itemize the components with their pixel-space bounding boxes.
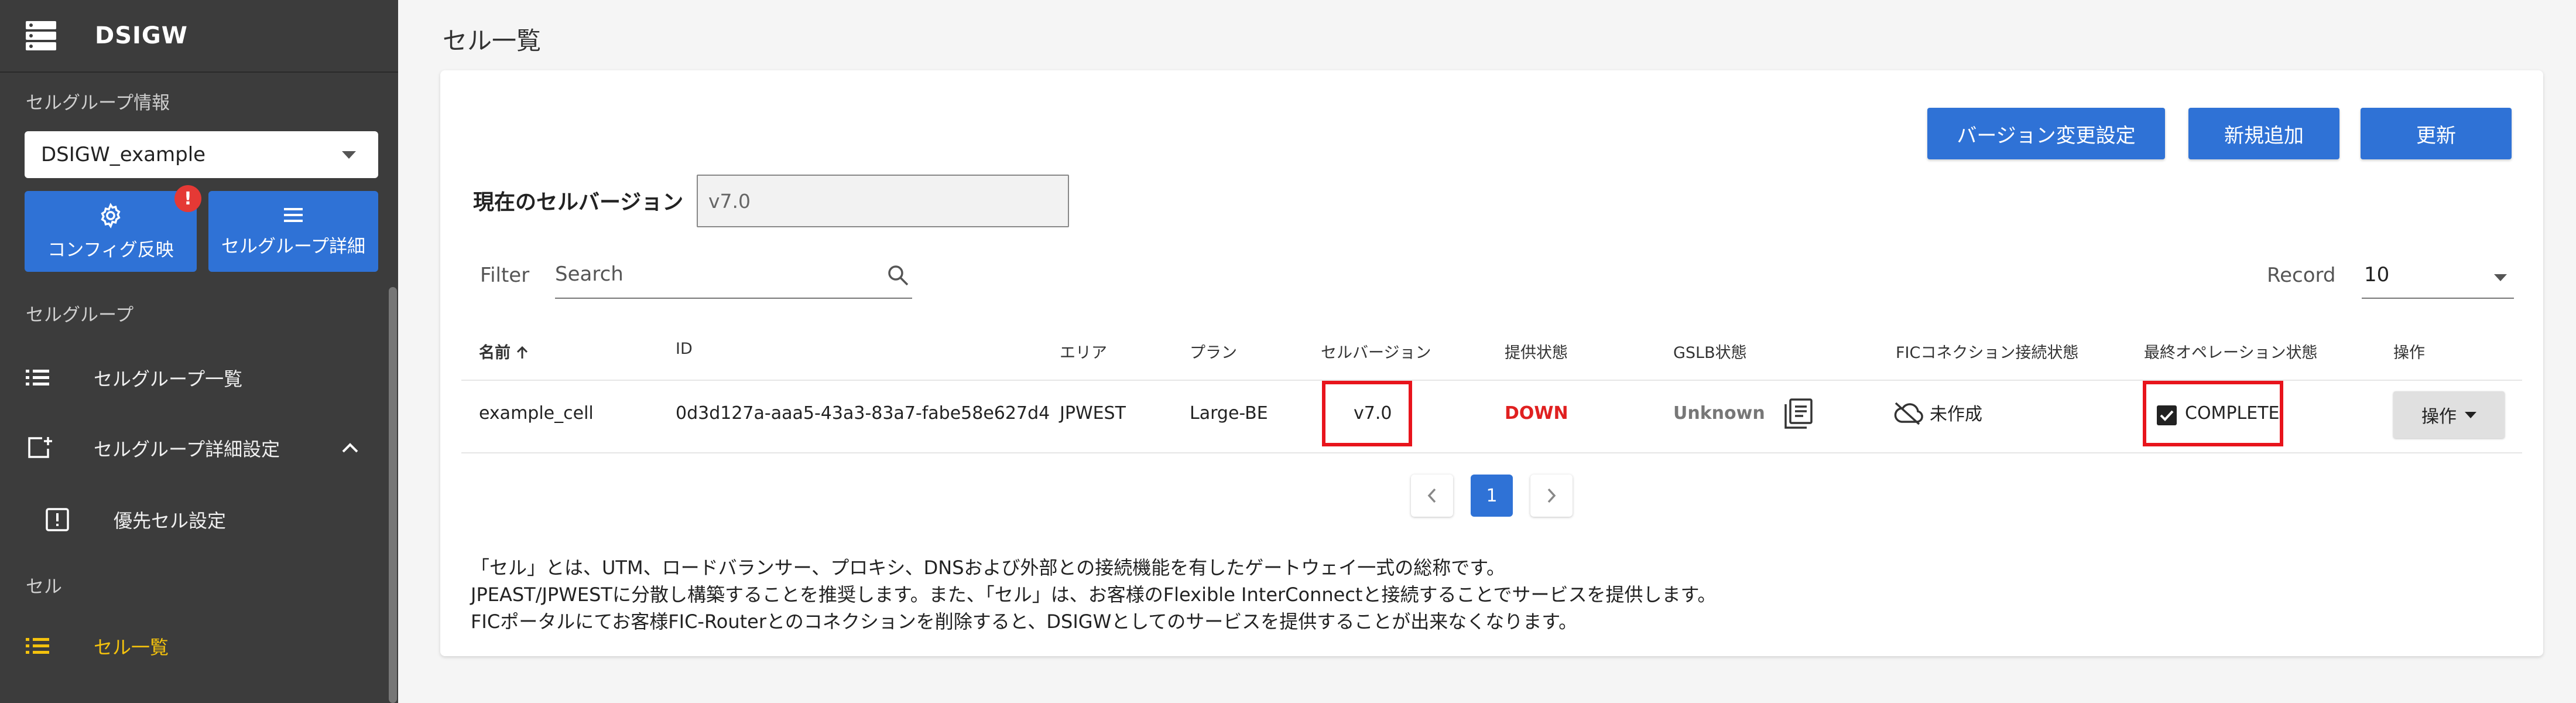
sidebar-item-cellgroup-detail-settings[interactable]: セルグループ詳細設定 [0, 422, 398, 475]
sidebar-header: DSIGW [0, 0, 398, 73]
table-divider [461, 452, 2522, 453]
cellgroup-select-value: DSIGW_example [41, 143, 206, 166]
note-line: 「セル」とは、UTM、ロードバランサー、プロキシ、DNSおよび外部との接続機能を… [471, 557, 1505, 579]
sidebar-item-label: セルグループ一覧 [94, 368, 243, 390]
cellgroup-detail-button[interactable]: セルグループ詳細 [208, 191, 378, 272]
column-header-provision-status: 提供状態 [1505, 344, 1568, 362]
chevron-right-icon [1547, 488, 1556, 503]
gear-icon [101, 202, 121, 228]
cell-provision-status: DOWN [1505, 403, 1568, 424]
cell-list-card: バージョン変更設定 新規追加 更新 現在のセルバージョン v7.0 Filter… [440, 70, 2543, 656]
operation-menu-label: 操作 [2421, 407, 2457, 427]
search-field [555, 252, 912, 299]
search-input[interactable] [555, 252, 871, 296]
sidebar: DSIGW セルグループ情報 DSIGW_example コンフィグ反映 ! セ… [0, 0, 398, 703]
cell-fic-status: 未作成 [1930, 404, 1982, 425]
priority-alert-icon [46, 508, 69, 531]
cell-area: JPWEST [1060, 403, 1126, 424]
sort-arrow-up-icon [517, 346, 528, 359]
chevron-down-icon [342, 151, 356, 159]
list-icon [284, 207, 303, 222]
column-header-last-operation: 最終オペレーション状態 [2144, 344, 2318, 362]
cell-id: 0d3d127a-aaa5-43a3-83a7-fabe58e627d4 [676, 403, 1050, 424]
checkbox-checked-icon [2157, 405, 2177, 425]
column-header-id: ID [676, 340, 693, 358]
list-bullet-icon [26, 370, 49, 385]
cell-name: example_cell [479, 403, 594, 424]
sidebar-item-label: セル一覧 [94, 636, 169, 658]
record-label: Record [2267, 264, 2336, 287]
sidebar-item-cell-list[interactable]: セル一覧 [0, 620, 398, 673]
list-bullet-icon [26, 638, 49, 654]
sidebar-item-label: セルグループ詳細設定 [94, 438, 280, 460]
cellgroup-detail-label: セルグループ詳細 [221, 236, 366, 257]
config-apply-button[interactable]: コンフィグ反映 ! [25, 185, 201, 272]
cell-version: v7.0 [1354, 403, 1392, 424]
version-change-button[interactable]: バージョン変更設定 [1927, 108, 2165, 159]
add-box-icon [28, 437, 52, 458]
app-title: DSIGW [95, 22, 188, 49]
cell-plan: Large-BE [1190, 403, 1268, 424]
page-title: セル一覧 [443, 26, 542, 55]
column-header-gslb-status: GSLB状態 [1673, 344, 1747, 362]
server-icon [26, 21, 56, 50]
note-line: JPEAST/JPWESTに分散し構築することを推奨します。また、「セル」は、お… [471, 583, 1717, 606]
alert-badge: ! [174, 185, 201, 212]
sidebar-item-priority-cell[interactable]: 優先セル設定 [0, 493, 398, 546]
operation-menu-button[interactable]: 操作 [2393, 391, 2505, 438]
refresh-button[interactable]: 更新 [2361, 108, 2512, 159]
next-page-button[interactable] [1530, 475, 1573, 517]
cell-gslb-status: Unknown [1673, 403, 1765, 424]
column-header-cell-version: セルバージョン [1321, 344, 1431, 362]
search-icon[interactable] [886, 264, 910, 287]
chevron-down-icon [2494, 274, 2507, 281]
chevron-up-icon [342, 443, 358, 453]
section-cellgroup: セルグループ [26, 305, 134, 326]
config-apply-label: コンフィグ反映 [47, 239, 174, 261]
sidebar-item-cellgroup-list[interactable]: セルグループ一覧 [0, 352, 398, 404]
cellgroup-select[interactable]: DSIGW_example [25, 131, 378, 178]
page-button-current[interactable]: 1 [1471, 475, 1513, 517]
section-cellgroup-info: セルグループ情報 [26, 93, 170, 114]
caret-down-icon [2465, 411, 2476, 418]
current-version-field: v7.0 [697, 175, 1069, 227]
record-select[interactable]: 10 [2362, 252, 2514, 299]
note-line: FICポータルにてお客様FIC-Routerとのコネクションを削除すると、DSI… [471, 610, 1578, 633]
sidebar-item-label: 優先セル設定 [114, 510, 227, 532]
document-list-icon[interactable] [1783, 398, 1813, 429]
column-header-name[interactable]: 名前 [479, 340, 529, 363]
section-cell: セル [26, 576, 62, 598]
column-header-fic-status: FICコネクション接続状態 [1896, 344, 2079, 362]
column-header-plan: プラン [1190, 344, 1237, 362]
cloud-off-icon [1894, 402, 1923, 425]
current-version-label: 現在のセルバージョン [473, 190, 684, 214]
prev-page-button[interactable] [1411, 475, 1453, 517]
chevron-left-icon [1427, 488, 1436, 503]
column-header-area: エリア [1060, 344, 1107, 362]
column-header-operation: 操作 [2393, 344, 2425, 362]
sidebar-scrollbar[interactable] [389, 287, 397, 703]
record-select-value: 10 [2364, 263, 2390, 286]
add-new-button[interactable]: 新規追加 [2188, 108, 2339, 159]
cell-last-operation: COMPLETE [2185, 403, 2280, 424]
filter-label: Filter [480, 264, 530, 287]
